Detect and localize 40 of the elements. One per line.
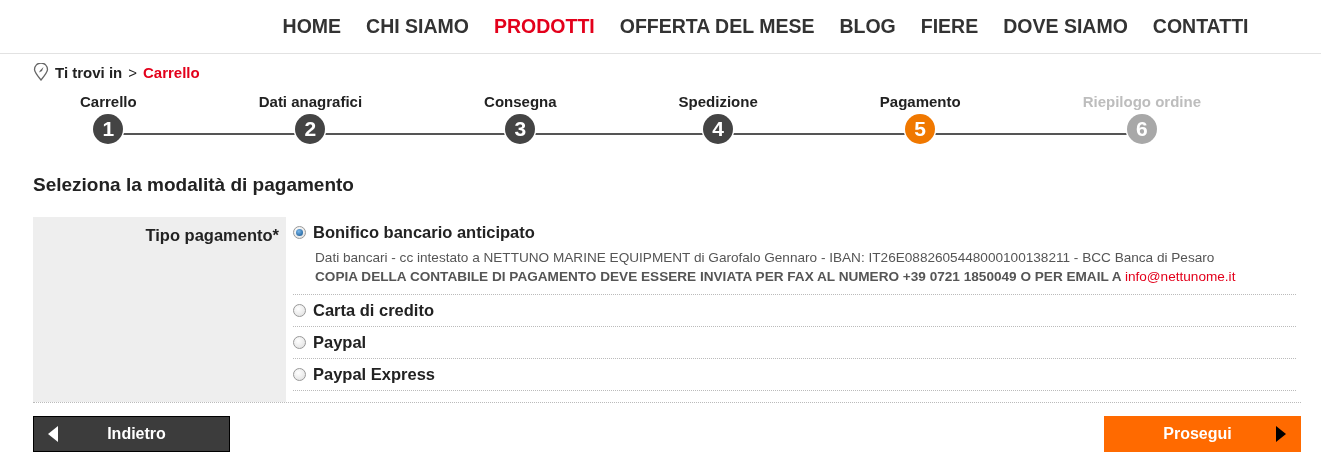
nav-link[interactable]: BLOG — [826, 15, 909, 38]
step-number: 2 — [295, 114, 326, 144]
step-number: 1 — [93, 114, 124, 144]
breadcrumb-label: Ti trovi in — [55, 63, 123, 81]
step-label: Spedizione — [678, 93, 758, 110]
step-label: Riepilogo ordine — [1082, 93, 1201, 110]
location-pin-icon — [33, 63, 49, 81]
step-number: 5 — [905, 114, 936, 144]
radio-button[interactable] — [293, 336, 306, 349]
section-heading: Seleziona la modalità di pagamento — [33, 174, 355, 196]
step-label: Carrello — [80, 93, 137, 110]
radio-button[interactable] — [293, 368, 306, 381]
nav-link[interactable]: CONTATTI — [1140, 15, 1261, 38]
step-label: Consegna — [484, 93, 557, 110]
option-label[interactable]: Bonifico bancario anticipato — [313, 223, 535, 242]
left-triangle-icon — [48, 426, 58, 442]
right-triangle-icon — [1276, 426, 1286, 442]
back-button[interactable]: Indietro — [33, 416, 230, 452]
nav-link[interactable]: DOVE SIAMO — [990, 15, 1141, 38]
step-label: Dati anagrafici — [258, 93, 363, 110]
breadcrumb-current[interactable]: Carrello — [143, 63, 200, 81]
field-label: Tipo pagamento* — [33, 217, 286, 402]
bank-details-text: Dati bancari - cc intestato a NETTUNO MARINE EQUIPMENT di Garofalo Gennaro - IBAN: IT26E0882605448000100138211 - BCC Banca di Pesaro — [315, 249, 1216, 267]
email-link[interactable]: info@nettunome.it — [1124, 269, 1236, 284]
step-number: 3 — [505, 114, 536, 144]
option-label[interactable]: Paypal Express — [313, 365, 435, 384]
step-label: Pagamento — [879, 93, 961, 110]
nav-link[interactable]: PRODOTTI — [481, 15, 608, 38]
payment-notice: COPIA DELLA CONTABILE DI PAGAMENTO DEVE ESSERE INVIATA PER FAX AL NUMERO +39 0721 1850049 O PER EMAIL A info@nettunome.it — [315, 268, 1237, 286]
option-label[interactable]: Carta di credito — [313, 301, 435, 320]
step-number: 6 — [1126, 114, 1157, 144]
nav-link[interactable]: CHI SIAMO — [353, 15, 482, 38]
nav-link[interactable]: OFFERTA DEL MESE — [607, 15, 827, 38]
breadcrumb-separator: > — [128, 63, 137, 81]
nav-link[interactable]: FIERE — [908, 15, 991, 38]
option-label[interactable]: Paypal — [313, 333, 367, 352]
nav-link[interactable]: HOME — [270, 15, 354, 38]
radio-button[interactable] — [293, 226, 306, 239]
radio-button[interactable] — [293, 304, 306, 317]
step-number: 4 — [703, 114, 734, 144]
